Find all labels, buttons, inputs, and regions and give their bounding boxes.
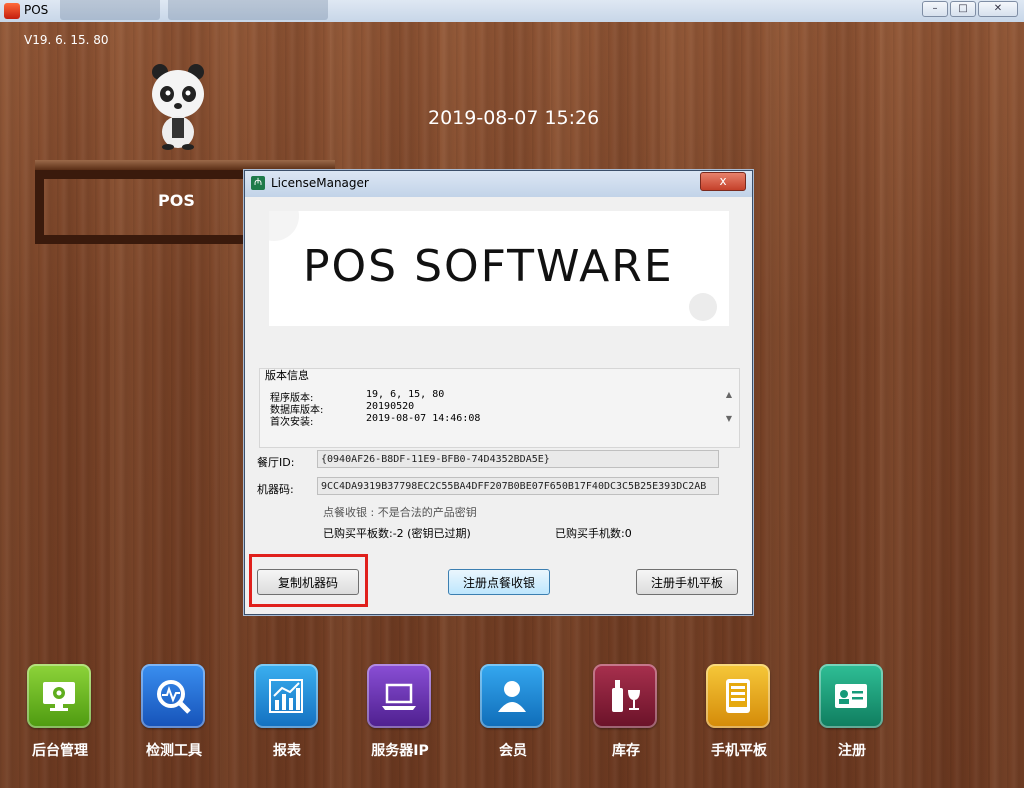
close-button[interactable]: ✕ xyxy=(978,1,1018,17)
dialog-close-button[interactable]: x xyxy=(700,172,746,191)
phones-purchased: 已购买手机数:0 xyxy=(555,527,632,540)
taskbar-ghost-tab xyxy=(168,0,328,20)
tile-backend[interactable]: 后台管理 xyxy=(0,660,113,760)
wine-icon xyxy=(593,664,657,728)
window-controls: – □ ✕ xyxy=(922,1,1018,17)
banner-decoration xyxy=(689,293,717,321)
tile-members[interactable]: 会员 xyxy=(453,660,566,760)
machine-code-field[interactable]: 9CC4DA9319B37798EC2C55BA4DFF207B0BE07F65… xyxy=(317,477,719,495)
minimize-button[interactable]: – xyxy=(922,1,948,17)
pos-label: POS xyxy=(158,191,195,210)
register-mobile-button[interactable]: 注册手机平板 xyxy=(636,569,738,595)
pos-app-icon xyxy=(4,3,20,19)
pos-software-banner: POS SOFTWARE xyxy=(269,211,729,326)
laptop-icon xyxy=(367,664,431,728)
tile-diagnostics[interactable]: 检测工具 xyxy=(114,660,227,760)
monitor-gear-icon xyxy=(27,664,91,728)
scroll-down-icon[interactable]: ▼ xyxy=(723,411,735,427)
tile-mobile-tablet[interactable]: 手机平板 xyxy=(679,660,792,760)
first-install-value: 2019-08-07 14:46:08 xyxy=(366,413,481,424)
license-status: 点餐收银 : 不是合法的产品密钥 xyxy=(323,506,477,519)
tile-reports[interactable]: 报表 xyxy=(227,660,340,760)
dialog-titlebar: ₼ LicenseManager x xyxy=(245,171,752,197)
tile-label: 报表 xyxy=(273,743,301,759)
annotation-highlight xyxy=(249,554,368,607)
signboard-shelf xyxy=(35,160,335,170)
version-scrollbar[interactable]: ▲ ▼ xyxy=(723,387,735,433)
taskbar-ghost-tab xyxy=(60,0,160,20)
search-pulse-icon xyxy=(141,664,205,728)
tile-label: 会员 xyxy=(499,743,527,759)
version-info-group: 版本信息 程序版本: 19, 6, 15, 80 数据库版本: 20190520… xyxy=(259,368,740,448)
tile-register[interactable]: 注册 xyxy=(792,660,905,760)
tile-label: 库存 xyxy=(612,743,640,759)
version-info-legend: 版本信息 xyxy=(265,369,309,382)
tile-inventory[interactable]: 库存 xyxy=(566,660,679,760)
dialog-title: LicenseManager xyxy=(271,176,369,190)
banner-decoration xyxy=(269,211,299,241)
machine-code-label: 机器码: xyxy=(257,483,294,496)
program-version-value: 19, 6, 15, 80 xyxy=(366,389,445,400)
id-card-icon xyxy=(819,664,883,728)
bar-chart-icon xyxy=(254,664,318,728)
tile-label: 注册 xyxy=(838,743,866,759)
app-version: V19. 6. 15. 80 xyxy=(24,33,109,47)
license-manager-dialog: ₼ LicenseManager x POS SOFTWARE 版本信息 程序版… xyxy=(244,170,753,615)
window-title: POS xyxy=(24,3,49,17)
first-install-label: 首次安装: xyxy=(270,417,314,428)
restaurant-id-label: 餐厅ID: xyxy=(257,456,295,469)
person-icon xyxy=(480,664,544,728)
maximize-button[interactable]: □ xyxy=(950,1,976,17)
license-app-icon: ₼ xyxy=(251,176,265,190)
banner-text: POS SOFTWARE xyxy=(303,241,674,292)
outer-titlebar: POS – □ ✕ xyxy=(0,0,1024,23)
tile-label: 后台管理 xyxy=(32,743,88,759)
panda-mascot-icon xyxy=(152,64,204,150)
tile-label: 检测工具 xyxy=(146,743,202,759)
function-tiles: 后台管理 检测工具 报表 服务器IP 会员 库存 手机平板 注册 xyxy=(0,660,1024,770)
restaurant-id-field[interactable]: {0940AF26-B8DF-11E9-BFB0-74D4352BDA5E} xyxy=(317,450,719,468)
current-datetime: 2019-08-07 15:26 xyxy=(428,107,600,129)
tablet-icon xyxy=(706,664,770,728)
tile-server-ip[interactable]: 服务器IP xyxy=(340,660,453,760)
db-version-value: 20190520 xyxy=(366,401,415,412)
scroll-up-icon[interactable]: ▲ xyxy=(723,387,735,403)
tile-label: 服务器IP xyxy=(371,743,429,759)
tablets-purchased: 已购买平板数:-2 (密钥已过期) xyxy=(323,527,471,540)
register-pos-button[interactable]: 注册点餐收银 xyxy=(448,569,550,595)
tile-label: 手机平板 xyxy=(711,743,767,759)
